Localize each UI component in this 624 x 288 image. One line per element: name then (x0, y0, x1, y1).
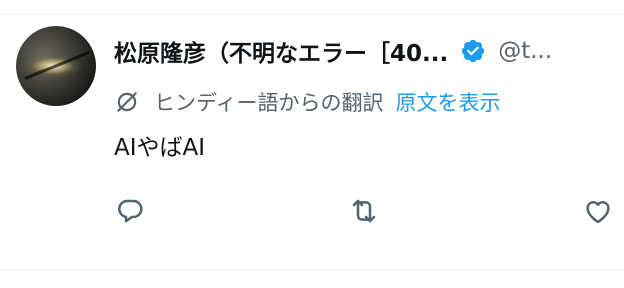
like-button[interactable] (580, 193, 616, 229)
display-name[interactable]: 松原隆彦（不明なエラー［40... (114, 34, 448, 68)
retweet-button[interactable] (346, 193, 382, 229)
translate-icon (117, 92, 137, 112)
tweet-header: 松原隆彦（不明なエラー［40... @t... (114, 33, 624, 69)
verified-badge-icon[interactable] (460, 38, 486, 64)
user-handle[interactable]: @t... (498, 38, 552, 64)
avatar[interactable] (16, 26, 96, 106)
translated-from-label: ヒンディー語からの翻訳 (154, 91, 384, 115)
reply-button[interactable] (112, 193, 148, 229)
retweet-icon (352, 199, 376, 223)
reply-icon (118, 199, 143, 223)
show-original-link[interactable]: 原文を表示 (396, 87, 501, 117)
tweet-text: AIやばAI (114, 135, 206, 161)
bottom-divider (0, 269, 624, 270)
like-icon (586, 201, 610, 224)
translation-notice: ヒンディー語からの翻訳 原文を表示 (114, 86, 501, 118)
